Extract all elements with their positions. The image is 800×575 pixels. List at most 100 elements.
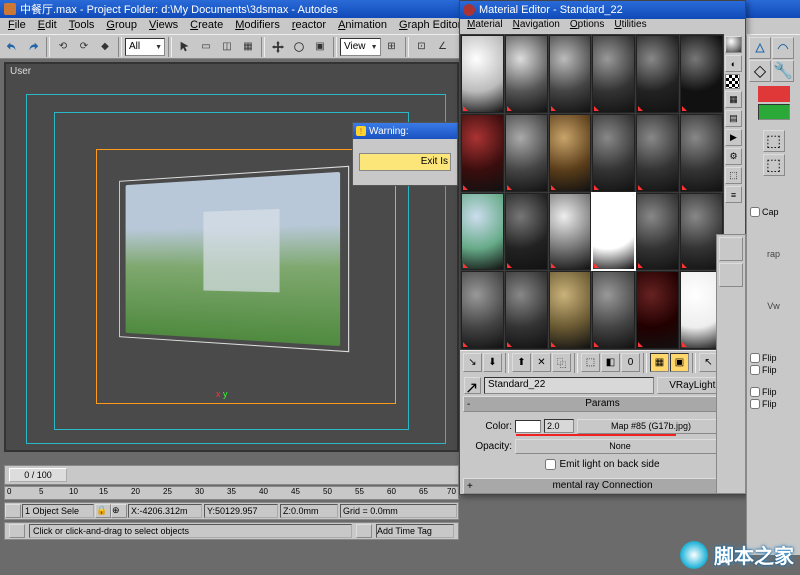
material-editor-titlebar[interactable]: Material Editor - Standard_22 <box>460 1 745 19</box>
viewport-panel[interactable]: User x y <box>4 62 459 452</box>
material-slot[interactable] <box>505 35 548 113</box>
coord-y-field[interactable]: Y:50129.957 <box>204 504 278 518</box>
material-slot[interactable] <box>461 35 504 113</box>
color-swatch-green[interactable] <box>758 104 790 120</box>
select-by-mat-button[interactable]: ⬚ <box>725 167 742 184</box>
menu-animation[interactable]: Animation <box>332 18 393 34</box>
options-button[interactable]: ⚙ <box>725 148 742 165</box>
scale-button[interactable]: ▣ <box>310 37 330 57</box>
matid-button[interactable]: 0 <box>621 353 640 372</box>
make-preview-button[interactable]: ▶ <box>725 129 742 146</box>
material-slot[interactable] <box>680 114 723 192</box>
backlight-button[interactable]: ◐ <box>725 55 742 72</box>
undo-button[interactable] <box>2 37 22 57</box>
select-region-button[interactable]: ◫ <box>217 37 237 57</box>
background-button[interactable] <box>725 74 740 89</box>
material-slot[interactable] <box>505 271 548 349</box>
material-slot[interactable] <box>636 35 679 113</box>
sample-type-button[interactable] <box>725 36 742 53</box>
panel-button[interactable]: ⬚ <box>763 130 785 152</box>
axis-gizmo[interactable]: x y <box>216 389 228 399</box>
material-slot[interactable] <box>592 35 635 113</box>
time-slider-knob[interactable]: 0 / 100 <box>9 468 67 482</box>
refcoord-combo[interactable]: View <box>340 38 381 56</box>
material-name-field[interactable]: Standard_22 <box>484 377 654 394</box>
hierarchy-tab[interactable]: ◇ <box>749 60 771 82</box>
aux-button[interactable] <box>719 263 743 287</box>
link-button[interactable]: ⟲ <box>53 37 73 57</box>
menu-edit[interactable]: Edit <box>32 18 63 34</box>
flip-checkbox4[interactable] <box>750 399 760 409</box>
me-menu-utilities[interactable]: Utilities <box>609 19 651 34</box>
time-ruler[interactable]: 0 5 10 15 20 25 30 35 40 45 50 55 60 65 … <box>4 486 459 500</box>
lock-icon[interactable]: 🔒 <box>95 504 111 518</box>
aux-button[interactable] <box>719 237 743 261</box>
material-slot[interactable] <box>592 271 635 349</box>
color-swatch[interactable] <box>515 420 541 433</box>
material-slot[interactable] <box>636 114 679 192</box>
flip-checkbox[interactable] <box>750 353 760 363</box>
material-slot[interactable] <box>461 271 504 349</box>
mat-map-nav-button[interactable]: ≡ <box>725 186 742 203</box>
pick-material-button[interactable]: ↗ <box>464 377 481 394</box>
put-to-scene-button[interactable]: ⬇ <box>483 353 502 372</box>
material-slot[interactable] <box>636 193 679 271</box>
color-map-button[interactable]: Map #85 (G17b.jpg) <box>577 419 725 434</box>
create-tab[interactable] <box>749 37 771 59</box>
snap-button[interactable]: ⊡ <box>412 37 432 57</box>
coord-z-field[interactable]: Z:0.0mm <box>280 504 338 518</box>
menu-reactor[interactable]: reactor <box>286 18 332 34</box>
make-unique-button[interactable]: ⬚ <box>581 353 600 372</box>
video-check-button[interactable]: ▤ <box>725 110 742 127</box>
menu-views[interactable]: Views <box>143 18 184 34</box>
sample-uv-button[interactable]: ▦ <box>725 91 742 108</box>
material-slot[interactable] <box>549 271 592 349</box>
material-slot-selected[interactable] <box>592 193 635 271</box>
menu-file[interactable]: File <box>2 18 32 34</box>
rotate-button[interactable] <box>289 37 309 57</box>
menu-modifiers[interactable]: Modifiers <box>229 18 286 34</box>
cap-checkbox[interactable] <box>750 207 760 217</box>
time-slider[interactable]: 0 / 100 <box>4 465 459 485</box>
unlink-button[interactable]: ⟳ <box>74 37 94 57</box>
window-crossing-button[interactable]: ▦ <box>238 37 258 57</box>
menu-group[interactable]: Group <box>100 18 143 34</box>
select-name-button[interactable]: ▭ <box>196 37 216 57</box>
warning-titlebar[interactable]: ! Warning: <box>353 123 457 139</box>
select-button[interactable] <box>175 37 195 57</box>
abs-rel-button[interactable]: ⊕ <box>111 504 127 518</box>
make-copy-button[interactable]: ⿻ <box>552 353 571 372</box>
modify-tab[interactable] <box>772 37 794 59</box>
move-button[interactable] <box>268 37 288 57</box>
emit-backside-checkbox[interactable] <box>545 459 556 470</box>
show-end-result-button[interactable]: ▣ <box>670 353 689 372</box>
show-in-viewport-button[interactable]: ▦ <box>650 353 669 372</box>
selection-filter-combo[interactable]: All <box>125 38 165 56</box>
material-slot[interactable] <box>636 271 679 349</box>
util-tab[interactable]: 🔧 <box>772 60 794 82</box>
get-material-button[interactable]: ↘ <box>463 353 482 372</box>
material-slot[interactable] <box>461 114 504 192</box>
assign-to-sel-button[interactable]: ⬆ <box>512 353 531 372</box>
warning-exit-button[interactable]: Exit Is <box>359 153 451 171</box>
flip-checkbox2[interactable] <box>750 365 760 375</box>
me-menu-navigation[interactable]: Navigation <box>508 19 565 34</box>
menu-create[interactable]: Create <box>184 18 229 34</box>
me-menu-material[interactable]: Material <box>462 19 508 34</box>
menu-tools[interactable]: Tools <box>63 18 101 34</box>
material-slot[interactable] <box>505 193 548 271</box>
me-menu-options[interactable]: Options <box>565 19 609 34</box>
material-slot[interactable] <box>505 114 548 192</box>
material-slot[interactable] <box>549 35 592 113</box>
pivot-button[interactable]: ⊞ <box>382 37 402 57</box>
add-time-tag[interactable]: Add Time Tag <box>376 524 454 538</box>
color-swatch-red[interactable] <box>758 86 790 102</box>
coord-x-field[interactable]: X:-4206.312m <box>128 504 202 518</box>
put-to-lib-button[interactable]: ◧ <box>601 353 620 372</box>
material-slot[interactable] <box>549 114 592 192</box>
opacity-map-button[interactable]: None <box>515 439 725 454</box>
lock-selection-button[interactable] <box>5 504 21 518</box>
material-slot[interactable] <box>680 35 723 113</box>
color-multiplier-field[interactable]: 2.0 <box>544 419 574 433</box>
reset-map-button[interactable]: ✕ <box>532 353 551 372</box>
